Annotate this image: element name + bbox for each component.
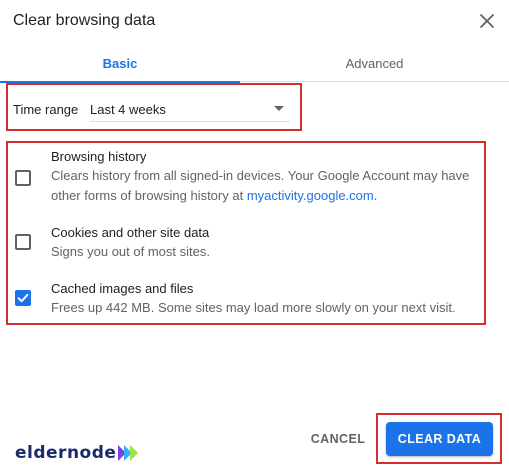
brand-arrows-icon xyxy=(117,444,139,462)
clear-browsing-data-dialog: Clear browsing data Basic Advanced Time … xyxy=(0,0,509,472)
tab-basic[interactable]: Basic xyxy=(0,44,240,83)
brand-name: eldernode xyxy=(15,443,117,463)
dialog-title: Clear browsing data xyxy=(13,12,156,29)
tab-bar: Basic Advanced xyxy=(0,44,509,83)
clear-data-button[interactable]: CLEAR DATA xyxy=(386,422,493,456)
time-range-highlight xyxy=(6,83,302,131)
close-icon[interactable] xyxy=(478,12,496,30)
items-highlight xyxy=(6,141,486,325)
cancel-button[interactable]: CANCEL xyxy=(305,424,371,454)
eldernode-logo: eldernode xyxy=(15,441,139,465)
tab-advanced[interactable]: Advanced xyxy=(240,44,509,82)
